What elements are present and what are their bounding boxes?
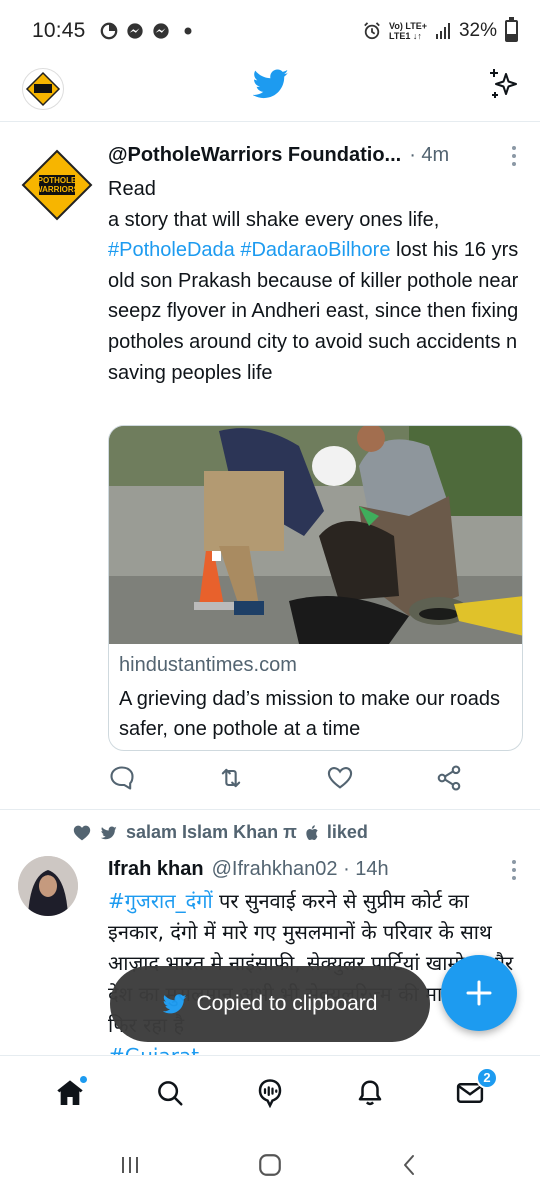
more-options-icon[interactable] [510, 860, 518, 882]
tweet-card[interactable]: POTHOLE WARRIORS @PotholeWarriors Founda… [0, 128, 540, 810]
back-icon[interactable] [398, 1153, 422, 1177]
home-button-icon[interactable] [257, 1152, 283, 1178]
author-name[interactable]: Ifrah khan [108, 858, 204, 881]
data-saver-icon [100, 22, 117, 40]
like-icon[interactable] [326, 764, 354, 792]
tweet-text: Read a story that will shake every ones … [108, 178, 519, 384]
messenger-icon-2 [152, 23, 169, 39]
svg-text:POTHOLE: POTHOLE [38, 176, 77, 185]
pothole-warriors-logo-icon [25, 71, 61, 107]
spaces-icon [258, 1078, 282, 1108]
social-context-user[interactable]: salam Islam Khan π [126, 822, 297, 843]
search-icon [158, 1080, 183, 1105]
top-app-bar [0, 62, 540, 122]
nav-home[interactable] [48, 1071, 92, 1115]
messages-badge: 2 [476, 1066, 498, 1089]
messenger-icon [126, 23, 143, 39]
card-domain: hindustantimes.com [119, 654, 297, 676]
notification-dot-icon [184, 27, 192, 35]
hashtag-link[interactable]: #गुजरात_दंगों [108, 889, 213, 913]
more-options-icon[interactable] [510, 146, 518, 168]
tweet-header: Ifrah khan @Ifrahkhan02 · 14h [108, 858, 518, 881]
card-title: A grieving dad’s mission to make our roa… [119, 688, 500, 740]
alarm-icon [364, 22, 380, 40]
apple-icon [306, 824, 318, 840]
nav-spaces[interactable] [248, 1071, 292, 1115]
tweet-actions [108, 764, 463, 794]
new-content-dot [79, 1074, 88, 1084]
android-navigation-bar [0, 1130, 540, 1200]
recent-apps-icon[interactable] [118, 1153, 142, 1177]
profile-avatar[interactable] [22, 68, 64, 110]
author-handle-timestamp: @Ifrahkhan02 · 14h [211, 858, 389, 880]
bell-icon [358, 1080, 382, 1105]
network-type: Vo) LTE+ LTE1 ↓↑ [389, 21, 427, 41]
twitter-small-icon [100, 826, 117, 839]
nav-notifications[interactable] [348, 1071, 392, 1115]
battery-percent: 32% [458, 20, 497, 41]
twitter-logo-icon [162, 994, 187, 1014]
status-time: 10:45 [32, 19, 86, 42]
tweet-header: @PotholeWarriors Foundatio... · 4m [108, 144, 518, 167]
nav-messages[interactable]: 2 [448, 1066, 498, 1115]
svg-text:WARRIORS: WARRIORS [35, 185, 80, 194]
nav-search[interactable] [148, 1071, 192, 1115]
hashtag-link[interactable]: #DadaraoBilhore [240, 239, 390, 261]
retweet-icon[interactable] [217, 764, 245, 792]
author-avatar[interactable] [18, 856, 78, 916]
heart-filled-icon [73, 825, 91, 840]
bottom-navigation: 2 [0, 1055, 540, 1129]
card-image [109, 426, 522, 644]
tweet-timestamp: · 4m [409, 144, 450, 166]
avatar-photo [18, 856, 78, 916]
sparkle-icon[interactable] [486, 66, 522, 102]
status-bar: 10:45 Vo) LTE+ LTE1 ↓↑ 32% [0, 0, 540, 62]
pothole-warriors-logo-icon: POTHOLE WARRIORS [21, 149, 93, 221]
hashtag-link[interactable]: #PotholeDada [108, 239, 235, 261]
author-name[interactable]: @PotholeWarriors Foundatio... [108, 144, 401, 167]
toast-text: Copied to clipboard [196, 992, 378, 1015]
link-card[interactable]: hindustantimes.com A grieving dad’s miss… [108, 425, 523, 751]
twitter-logo-icon[interactable] [253, 66, 289, 102]
toast-notification: Copied to clipboard [110, 966, 430, 1042]
social-context-action: liked [326, 822, 368, 842]
author-avatar[interactable]: POTHOLE WARRIORS [18, 146, 96, 224]
plus-icon [466, 980, 492, 1006]
social-context: salam Islam Khan π liked [72, 822, 368, 843]
compose-tweet-button[interactable] [441, 955, 517, 1031]
reply-icon[interactable] [108, 764, 136, 792]
share-icon[interactable] [435, 764, 463, 792]
battery-icon [505, 17, 518, 42]
signal-icon [435, 23, 450, 39]
